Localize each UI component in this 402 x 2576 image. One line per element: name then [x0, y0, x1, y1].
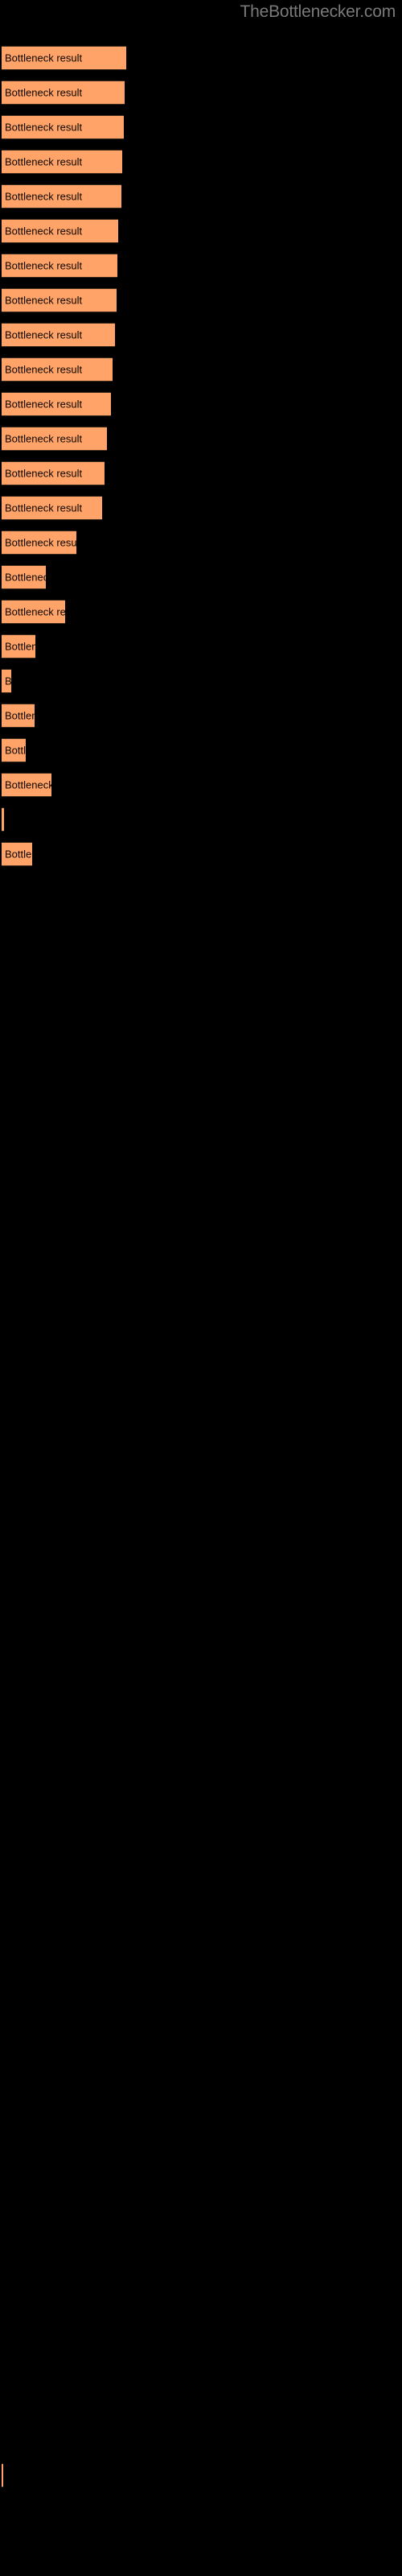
bar-label: Bottleneck result	[5, 363, 83, 376]
bar[interactable]: Bottleneck result	[2, 807, 4, 832]
bar-label: Bottleneck result	[5, 190, 83, 203]
bar-label: Bottleneck result	[5, 778, 51, 791]
bar-label: Bottleneck result	[5, 432, 83, 445]
bar[interactable]: Bottleneck result	[2, 2463, 3, 2487]
bar-label: Bottleneck result	[5, 86, 83, 99]
bar[interactable]: Bottleneck result	[2, 669, 11, 693]
bar[interactable]: Bottleneck result	[2, 323, 115, 347]
bar[interactable]: Bottleneck result	[2, 600, 65, 624]
bar-label: Bottleneck result	[5, 398, 83, 411]
bar-label: Bottleneck result	[5, 328, 83, 341]
bar[interactable]: Bottleneck result	[2, 357, 113, 382]
bar-label: Bottleneck result	[5, 52, 83, 64]
bar[interactable]: Bottleneck result	[2, 288, 117, 312]
bar-label: Bottleneck result	[5, 605, 65, 618]
bar[interactable]: Bottleneck result	[2, 496, 102, 520]
bar[interactable]: Bottleneck result	[2, 254, 117, 278]
bar-label: Bottleneck result	[5, 467, 83, 480]
bar-label: Bottleneck result	[5, 225, 83, 237]
bottleneck-chart: TheBottlenecker.com Bottleneck result Bot…	[0, 0, 402, 2576]
bar-label: Bottleneck result	[5, 121, 83, 134]
bar-label: Bottleneck result	[5, 294, 83, 307]
bar-label: Bottleneck result	[5, 744, 26, 757]
bar[interactable]: Bottleneck result	[2, 80, 125, 105]
bar[interactable]: Bottleneck result	[2, 184, 121, 208]
bar[interactable]: Bottleneck result	[2, 392, 111, 416]
bar[interactable]: Bottleneck result	[2, 738, 26, 762]
site-title: TheBottlenecker.com	[240, 2, 396, 21]
bar[interactable]: Bottleneck result	[2, 461, 105, 485]
bar-label: Bottleneck result	[5, 848, 32, 861]
bar[interactable]: Bottleneck result	[2, 842, 32, 866]
bar[interactable]: Bottleneck result	[2, 150, 122, 174]
bar[interactable]: Bottleneck result	[2, 530, 76, 555]
bar[interactable]: Bottleneck result	[2, 427, 107, 451]
bar[interactable]: Bottleneck result	[2, 565, 46, 589]
bar-label: Bottleneck result	[5, 640, 35, 653]
bar[interactable]: Bottleneck result	[2, 634, 35, 658]
bar[interactable]: Bottleneck result	[2, 773, 51, 797]
bar[interactable]: Bottleneck result	[2, 219, 118, 243]
bar-label: Bottleneck result	[5, 259, 83, 272]
bar-label: Bottleneck result	[5, 536, 76, 549]
bar-label: Bottleneck result	[5, 675, 11, 687]
bar[interactable]: Bottleneck result	[2, 704, 35, 728]
bar-label: Bottleneck result	[5, 709, 35, 722]
bar-label: Bottleneck result	[5, 155, 83, 168]
bar-label: Bottleneck result	[5, 571, 46, 584]
bar[interactable]: Bottleneck result	[2, 46, 126, 70]
bar[interactable]: Bottleneck result	[2, 115, 124, 139]
bar-label: Bottleneck result	[5, 502, 83, 514]
